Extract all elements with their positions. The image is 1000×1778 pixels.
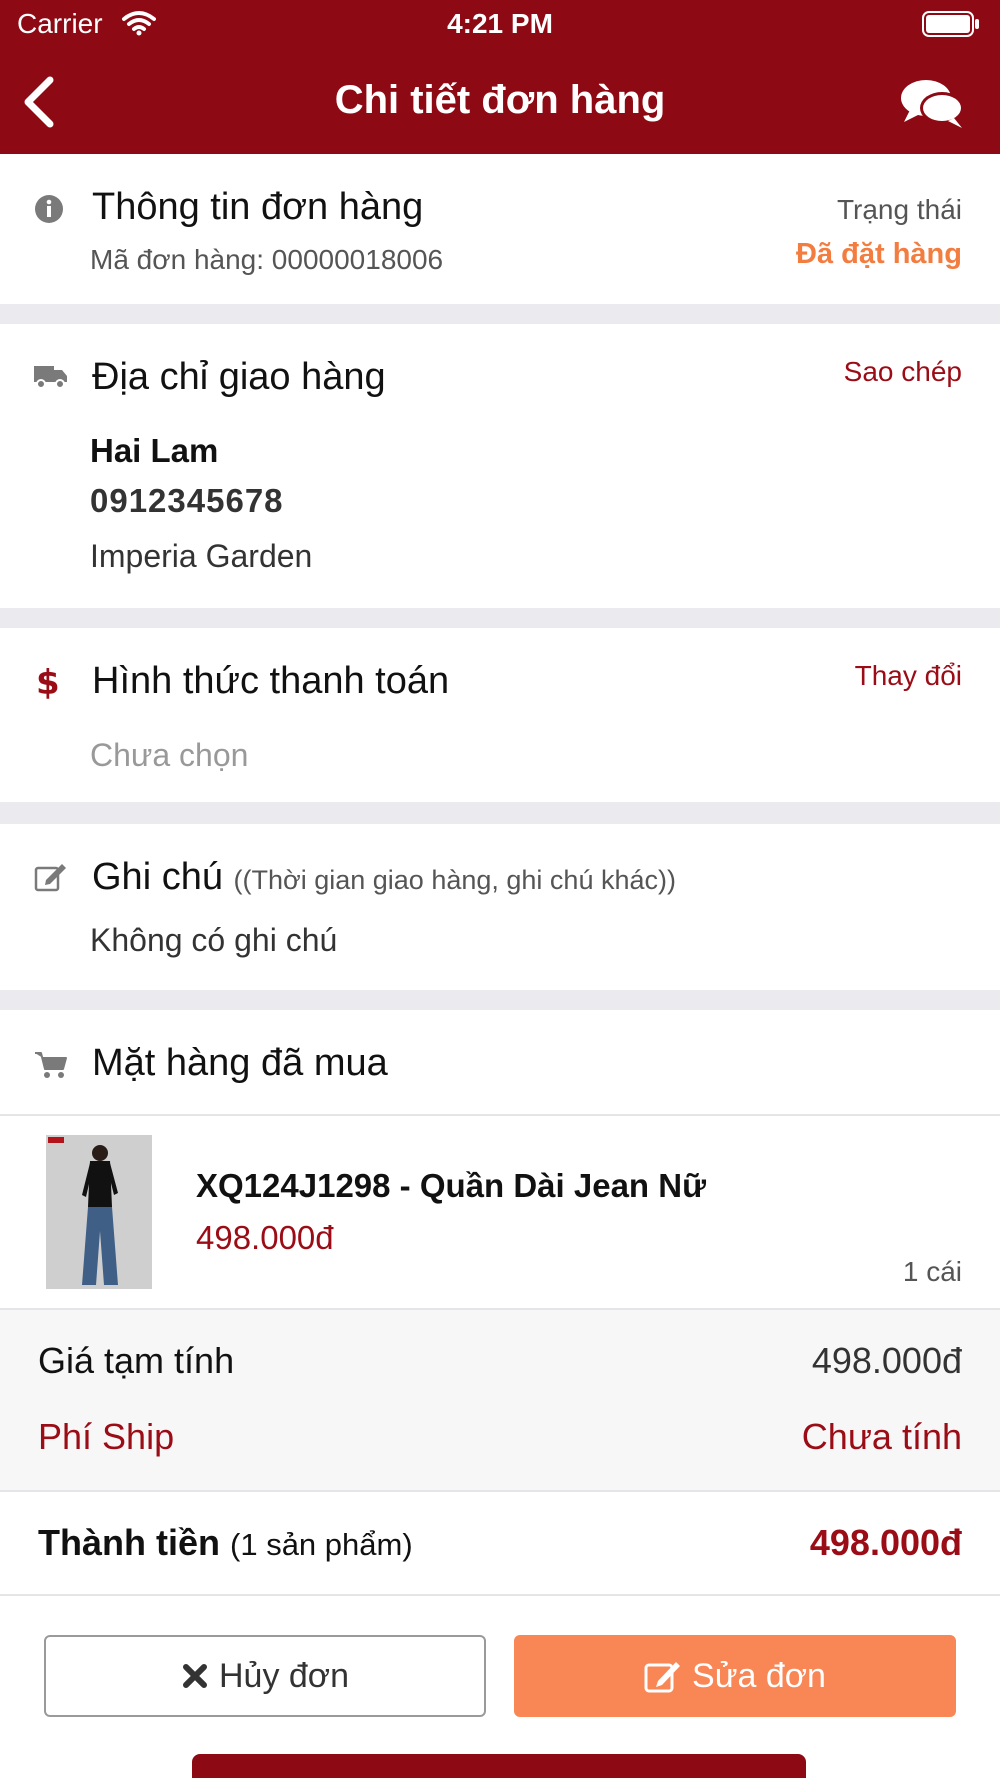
edit-order-label: Sửa đơn	[692, 1656, 826, 1695]
note-section[interactable]: Ghi chú ((Thời gian giao hàng, ghi chú k…	[0, 824, 1000, 990]
cancel-order-button[interactable]: Hủy đơn	[44, 1635, 486, 1717]
section-divider	[0, 304, 1000, 324]
items-title: Mặt hàng đã mua	[92, 1042, 388, 1084]
product-image	[46, 1135, 152, 1289]
payment-section: $ Hình thức thanh toán Thay đổi	[0, 628, 1000, 802]
close-icon	[181, 1662, 209, 1690]
section-divider	[0, 990, 1000, 1010]
page-title: Chi tiết đơn hàng	[334, 78, 666, 122]
svg-text:$: $	[36, 663, 58, 700]
subtotal-value: 498.000đ	[811, 1340, 962, 1381]
chat-button[interactable]	[900, 78, 966, 130]
divider	[0, 1594, 1000, 1596]
edit-icon	[34, 862, 68, 896]
recipient-address: Imperia Garden	[90, 538, 313, 574]
truck-icon	[34, 360, 68, 394]
shipping-title: Địa chỉ giao hàng	[92, 356, 386, 398]
payment-method-value[interactable]: Chưa chọn	[90, 737, 248, 774]
order-info-section: Thông tin đơn hàng Mã đơn hàng: 00000018…	[0, 154, 1000, 304]
divider	[0, 1490, 1000, 1492]
total-item-count: (1 sản phẩm)	[230, 1527, 413, 1562]
product-quantity: 1 cái	[902, 1256, 962, 1287]
order-status-label: Trạng thái	[836, 194, 962, 225]
cancel-order-label: Hủy đơn	[218, 1656, 350, 1695]
dollar-icon: $	[34, 662, 68, 703]
order-code: Mã đơn hàng: 00000018006	[90, 244, 444, 275]
total-value: 498.000đ	[809, 1522, 962, 1563]
info-icon	[34, 194, 68, 228]
status-bar: Carrier 4:21 PM	[0, 0, 1000, 50]
items-section-header: Mặt hàng đã mua	[0, 1010, 1000, 1114]
section-divider	[0, 608, 1000, 628]
note-value: Không có ghi chú	[90, 922, 338, 958]
shipping-fee-label: Phí Ship	[38, 1416, 175, 1457]
note-hint: ((Thời gian giao hàng, ghi chú khác))	[233, 865, 676, 895]
price-summary: Giá tạm tính 498.000đ Phí Ship Chưa tính	[0, 1310, 1000, 1490]
copy-address-button[interactable]: Sao chép	[844, 356, 962, 388]
chat-icon	[901, 80, 964, 128]
top-bar: Carrier 4:21 PM Chi tiết đơn hàng	[0, 0, 1000, 154]
total-label: Thành tiền (1 sản phẩm)	[38, 1522, 413, 1564]
cart-icon	[34, 1050, 68, 1084]
total-label-text: Thành tiền	[38, 1522, 220, 1563]
edit-order-button[interactable]: Sửa đơn	[514, 1635, 956, 1717]
battery-icon	[922, 11, 980, 42]
payment-title: Hình thức thanh toán	[92, 660, 450, 702]
note-title-text: Ghi chú	[92, 856, 223, 898]
bottom-action-bar[interactable]	[192, 1754, 806, 1778]
product-price: 498.000đ	[196, 1219, 334, 1256]
section-divider	[0, 802, 1000, 824]
change-payment-button[interactable]: Thay đổi	[855, 660, 962, 692]
note-title: Ghi chú ((Thời gian giao hàng, ghi chú k…	[92, 856, 676, 899]
recipient-phone: 0912345678	[90, 482, 284, 519]
product-name: XQ124J1298 - Quần Dài Jean Nữ	[196, 1167, 706, 1204]
edit-icon	[644, 1659, 682, 1693]
order-status-badge: Đã đặt hàng	[796, 238, 962, 270]
shipping-fee-value: Chưa tính	[801, 1416, 962, 1457]
order-info-title: Thông tin đơn hàng	[92, 186, 424, 228]
clock: 4:21 PM	[447, 8, 553, 39]
subtotal-label: Giá tạm tính	[38, 1340, 235, 1381]
recipient-name: Hai Lam	[90, 432, 219, 469]
